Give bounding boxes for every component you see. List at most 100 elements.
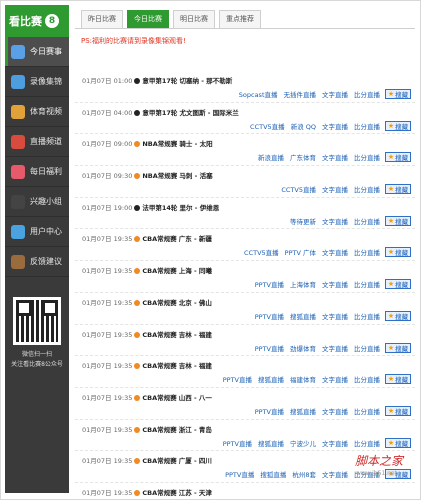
sidebar-item-4[interactable]: 每日福利 — [5, 157, 69, 187]
match-info: 01月07日 04:00 意甲第17轮 尤文图斯 - 国际米兰 — [82, 107, 239, 117]
tab-0[interactable]: 昨日比赛 — [81, 10, 123, 28]
bookmark-button[interactable]: ★ 搜藏 — [385, 215, 411, 226]
stream-link[interactable]: 文字直播 — [322, 343, 348, 353]
stream-link[interactable]: 搜狐直播 — [258, 438, 284, 448]
stream-link[interactable]: 文字直播 — [322, 247, 348, 257]
stream-link[interactable]: 比分直播 — [354, 311, 380, 321]
stream-link[interactable]: 搜狐直播 — [290, 406, 316, 416]
bookmark-button[interactable]: ★ 搜藏 — [385, 89, 411, 99]
stream-link[interactable]: PPTV 广体 — [285, 247, 316, 257]
sidebar-item-5[interactable]: 兴趣小组 — [5, 187, 69, 217]
bookmark-button[interactable]: ★ 搜藏 — [385, 405, 411, 416]
stream-link[interactable]: 搜狐直播 — [258, 374, 284, 384]
main-content: 昨日比赛 今日比赛 明日比赛 重点推荐 PS:福利的比赛请到录像集锦观看! 01月07… — [75, 5, 415, 497]
stream-link[interactable]: 搜狐直播 — [290, 311, 316, 321]
stream-link[interactable]: 宁波少儿 — [290, 438, 316, 448]
stream-link[interactable]: 比分直播 — [354, 279, 380, 289]
stream-link[interactable]: 文字直播 — [322, 374, 348, 384]
stream-link[interactable]: PPTV直播 — [225, 469, 254, 479]
match-info: 01月07日 19:35 CBA常规赛 吉林 - 福建 — [82, 329, 212, 339]
stream-link[interactable]: PPTV直播 — [255, 406, 284, 416]
stream-link[interactable]: 比分直播 — [354, 216, 380, 226]
stream-link[interactable]: 杭州8套 — [292, 469, 316, 479]
match-league: CBA常规赛 — [142, 488, 177, 497]
stream-link[interactable]: 文字直播 — [322, 121, 348, 131]
stream-link[interactable]: 比分直播 — [354, 374, 380, 384]
stream-link[interactable]: CCTV5直播 — [244, 247, 279, 257]
match-teams: 马刺 - 活塞 — [179, 172, 213, 181]
sidebar-item-0[interactable]: 今日赛事 — [5, 37, 69, 67]
match-info: 01月07日 19:35 CBA常规赛 山西 - 八一 — [82, 392, 212, 402]
bookmark-button[interactable]: ★ 搜藏 — [385, 247, 411, 258]
sidebar-item-7[interactable]: 反馈建议 — [5, 247, 69, 277]
stream-link[interactable]: 文字直播 — [322, 469, 348, 479]
stream-link[interactable]: 新浪 QQ — [291, 121, 316, 131]
stream-link[interactable]: 比分直播 — [354, 343, 380, 353]
stream-link[interactable]: 比分直播 — [354, 184, 380, 194]
stream-link[interactable]: 文字直播 — [322, 406, 348, 416]
stream-link[interactable]: 比分直播 — [354, 152, 380, 162]
star-icon: ★ — [387, 153, 395, 162]
stream-link[interactable]: 文字直播 — [322, 311, 348, 321]
stream-link[interactable]: 广东体育 — [290, 152, 316, 162]
stream-link[interactable]: 无插件直播 — [284, 89, 317, 99]
bookmark-button[interactable]: ★ 搜藏 — [385, 374, 411, 385]
stream-link[interactable]: 比分直播 — [354, 247, 380, 257]
sidebar-item-6[interactable]: 用户中心 — [5, 217, 69, 247]
feedback-icon — [11, 254, 25, 269]
sidebar: 看比赛 8 今日赛事 录像集锦 体育视频 直播频道 每日福利 兴趣小组 用户中心 反馈建议 微… — [5, 5, 69, 493]
stream-link[interactable]: 搜狐直播 — [260, 469, 286, 479]
sidebar-item-3[interactable]: 直播频道 — [5, 127, 69, 157]
sidebar-item-2[interactable]: 体育视频 — [5, 97, 69, 127]
stream-link[interactable]: 上海体育 — [290, 279, 316, 289]
match-links: 新浪直播 广东体育 文字直播 比分直播 ★ 搜藏 — [252, 152, 411, 163]
bookmark-label: 搜藏 — [395, 249, 409, 258]
stream-link[interactable]: PPTV直播 — [223, 374, 252, 384]
basketball-icon — [134, 173, 141, 180]
match-league: NBA常规赛 — [142, 172, 178, 181]
stream-link[interactable]: 文字直播 — [322, 216, 348, 226]
stream-link[interactable]: 文字直播 — [322, 152, 348, 162]
stream-link[interactable]: PPTV直播 — [255, 343, 284, 353]
stream-link[interactable]: PPTV直播 — [223, 438, 252, 448]
tab-3[interactable]: 重点推荐 — [219, 10, 261, 28]
list-icon — [11, 44, 25, 59]
stream-link[interactable]: 等待更新 — [290, 216, 316, 226]
stream-link[interactable]: CCTV5直播 — [281, 184, 316, 194]
match-time: 01月07日 19:00 — [82, 203, 133, 212]
match-league: CBA常规赛 — [142, 457, 177, 466]
stream-link[interactable]: CCTV5直播 — [250, 121, 285, 131]
stream-link[interactable]: 文字直播 — [322, 438, 348, 448]
basketball-icon — [134, 426, 141, 433]
clapperboard-icon — [11, 104, 25, 119]
bookmark-button[interactable]: ★ 搜藏 — [385, 152, 411, 163]
match-teams: 北京 - 佛山 — [178, 298, 212, 307]
stream-link[interactable]: 劲爆体育 — [290, 343, 316, 353]
sidebar-item-1[interactable]: 录像集锦 — [5, 67, 69, 97]
star-icon: ★ — [387, 216, 395, 225]
bookmark-button[interactable]: ★ 搜藏 — [385, 184, 411, 195]
stream-link[interactable]: 文字直播 — [322, 184, 348, 194]
stream-link[interactable]: 文字直播 — [322, 279, 348, 289]
stream-link[interactable]: 比分直播 — [354, 89, 380, 99]
stream-link[interactable]: Sopcast直播 — [239, 89, 278, 99]
bookmark-button[interactable]: ★ 搜藏 — [385, 310, 411, 321]
match-teams: 山西 - 八一 — [178, 393, 212, 402]
bookmark-button[interactable]: ★ 搜藏 — [385, 120, 411, 131]
stream-link[interactable]: PPTV直播 — [255, 279, 284, 289]
site-logo[interactable]: 看比赛 8 — [5, 5, 69, 37]
match-info: 01月07日 19:35 CBA常规赛 广东 - 新疆 — [82, 233, 212, 243]
stream-link[interactable]: 新浪直播 — [258, 152, 284, 162]
bookmark-button[interactable]: ★ 搜藏 — [385, 342, 411, 353]
stream-link[interactable]: 比分直播 — [354, 406, 380, 416]
bookmark-button[interactable]: ★ 搜藏 — [385, 437, 411, 448]
bookmark-button[interactable]: ★ 搜藏 — [385, 279, 411, 290]
tab-1[interactable]: 今日比赛 — [127, 10, 169, 28]
stream-link[interactable]: 比分直播 — [354, 121, 380, 131]
stream-link[interactable]: 比分直播 — [354, 438, 380, 448]
stream-link[interactable]: 福建体育 — [290, 374, 316, 384]
stream-link[interactable]: 文字直播 — [322, 89, 348, 99]
stream-link[interactable]: PPTV直播 — [255, 311, 284, 321]
match-time: 01月07日 19:35 — [82, 235, 133, 244]
tab-2[interactable]: 明日比赛 — [173, 10, 215, 28]
